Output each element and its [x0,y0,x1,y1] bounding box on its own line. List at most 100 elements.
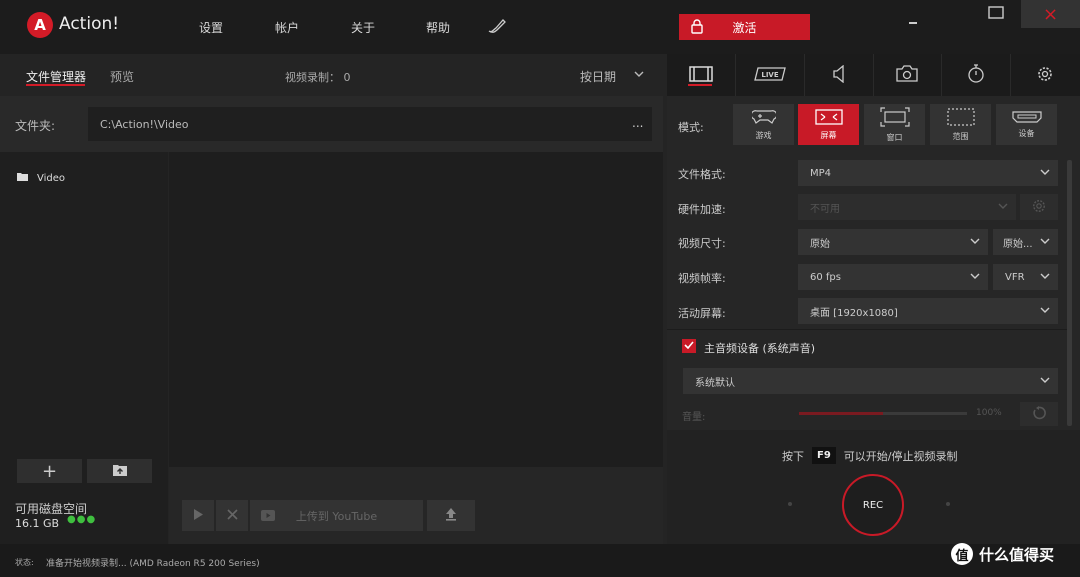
mode-window-button[interactable]: 窗口 [864,104,925,145]
mode-screen-button[interactable]: 屏幕 [798,104,859,145]
maximize-button[interactable] [976,4,1016,24]
audio-device-label: 主音频设备 (系统声音) [704,342,816,355]
menu-settings[interactable]: 设置 [199,19,223,36]
folder-icon [17,172,28,184]
settings-scrollbar[interactable] [1067,160,1072,426]
sort-dropdown[interactable]: 按日期 [580,68,616,85]
lock-icon [691,19,703,37]
status-label: 状态: [15,558,34,567]
fps-select[interactable]: 60 fps [798,264,988,290]
upload-button[interactable] [427,500,475,531]
screen-label: 活动屏幕: [678,307,726,320]
divider [667,329,1067,330]
tab-active-underline [688,84,712,86]
close-icon: × [1042,3,1059,25]
plus-icon: + [41,460,58,482]
chevron-down-icon [970,272,980,283]
volume-slider-fill [799,412,883,415]
upload-youtube-label: 上传到 YouTube [295,509,378,523]
folder-browse-button[interactable]: ... [632,116,643,130]
hotkey-key: F9 [812,447,836,464]
menu-help[interactable]: 帮助 [426,19,450,36]
tree-item-video[interactable]: Video [17,172,65,184]
folder-label: 文件夹: [15,119,56,133]
fps-mode-select[interactable]: VFR [993,264,1058,290]
play-icon [193,508,203,523]
folder-tree [0,152,168,544]
record-label: REC [862,499,884,511]
volume-value: 100% [976,408,1002,418]
mode-game-label: 游戏 [755,130,772,140]
chevron-down-icon [1040,306,1050,317]
hotkey-prefix: 按下 [782,449,804,463]
tab-timer[interactable] [942,54,1011,96]
format-select[interactable]: MP4 [798,160,1058,186]
mode-screen-label: 屏幕 [820,130,837,140]
close-button[interactable]: × [1021,0,1080,28]
tab-video[interactable] [667,54,736,96]
hwaccel-value: 不可用 [810,203,840,215]
mode-area-label: 范围 [952,131,969,141]
rec-indicator-right [946,502,950,506]
tab-preview[interactable]: 预览 [110,68,134,85]
screen-value: 桌面 [1920x1080] [810,307,898,319]
open-folder-button[interactable] [87,459,152,483]
chevron-down-icon [1040,237,1050,248]
play-button[interactable] [182,500,214,531]
activate-button[interactable]: 激活 [679,14,810,40]
chevron-down-icon [1040,168,1050,179]
size-select[interactable]: 原始 [798,229,988,255]
rec-indicator-left [788,502,792,506]
add-folder-button[interactable]: + [17,459,82,483]
menu-account[interactable]: 帐户 [275,19,299,36]
gear-icon [1032,199,1046,216]
watermark-logo-icon: 值 [951,543,973,565]
audio-checkbox[interactable] [682,339,696,353]
chevron-down-icon [1040,376,1050,387]
minimize-button[interactable] [893,10,933,30]
volume-reset-button[interactable] [1020,402,1058,426]
mode-window-label: 窗口 [886,132,903,142]
tab-screenshot[interactable] [873,54,942,96]
brush-icon[interactable] [487,17,507,38]
audio-device-select[interactable]: 系统默认 [683,368,1058,394]
chevron-down-icon [1040,272,1050,283]
mode-game-button[interactable]: 游戏 [733,104,794,145]
tree-item-label: Video [37,172,66,184]
hwaccel-label: 硬件加速: [678,203,726,216]
record-button[interactable]: REC [842,474,904,536]
chevron-down-icon[interactable] [634,68,644,81]
upload-youtube-button[interactable]: 上传到 YouTube [250,500,423,531]
youtube-icon [261,510,275,524]
tab-settings[interactable] [1011,54,1079,96]
mode-device-button[interactable]: 设备 [996,104,1057,145]
size-select-secondary[interactable]: 原始... [993,229,1058,255]
file-list-area [169,152,663,467]
screen-select[interactable]: 桌面 [1920x1080] [798,298,1058,324]
svg-text:LIVE: LIVE [761,71,778,79]
disk-space-value: 16.1 GB [15,517,60,530]
folder-path-value: C:\Action!\Video [100,118,189,131]
film-icon [689,65,713,85]
tab-audio[interactable] [805,54,874,96]
speaker-icon [832,64,846,86]
fps-value: 60 fps [810,271,841,283]
upload-icon [445,507,457,524]
mode-device-label: 设备 [1018,128,1035,138]
app-title: Action! [59,14,120,34]
mode-label: 模式: [678,121,704,134]
delete-button[interactable] [216,500,248,531]
hwaccel-settings-button[interactable] [1020,194,1058,220]
menu-about[interactable]: 关于 [351,19,375,36]
live-icon: LIVE [754,66,786,84]
reset-icon [1032,405,1046,423]
area-icon [946,107,975,131]
tab-file-manager[interactable]: 文件管理器 [26,68,86,85]
volume-label: 音量: [682,412,706,423]
hwaccel-select[interactable]: 不可用 [798,194,1016,220]
app-logo-icon: A [27,12,53,38]
mode-area-button[interactable]: 范围 [930,104,991,145]
tab-active-underline [26,84,85,86]
check-icon [684,340,694,352]
tab-live[interactable]: LIVE [736,54,805,96]
